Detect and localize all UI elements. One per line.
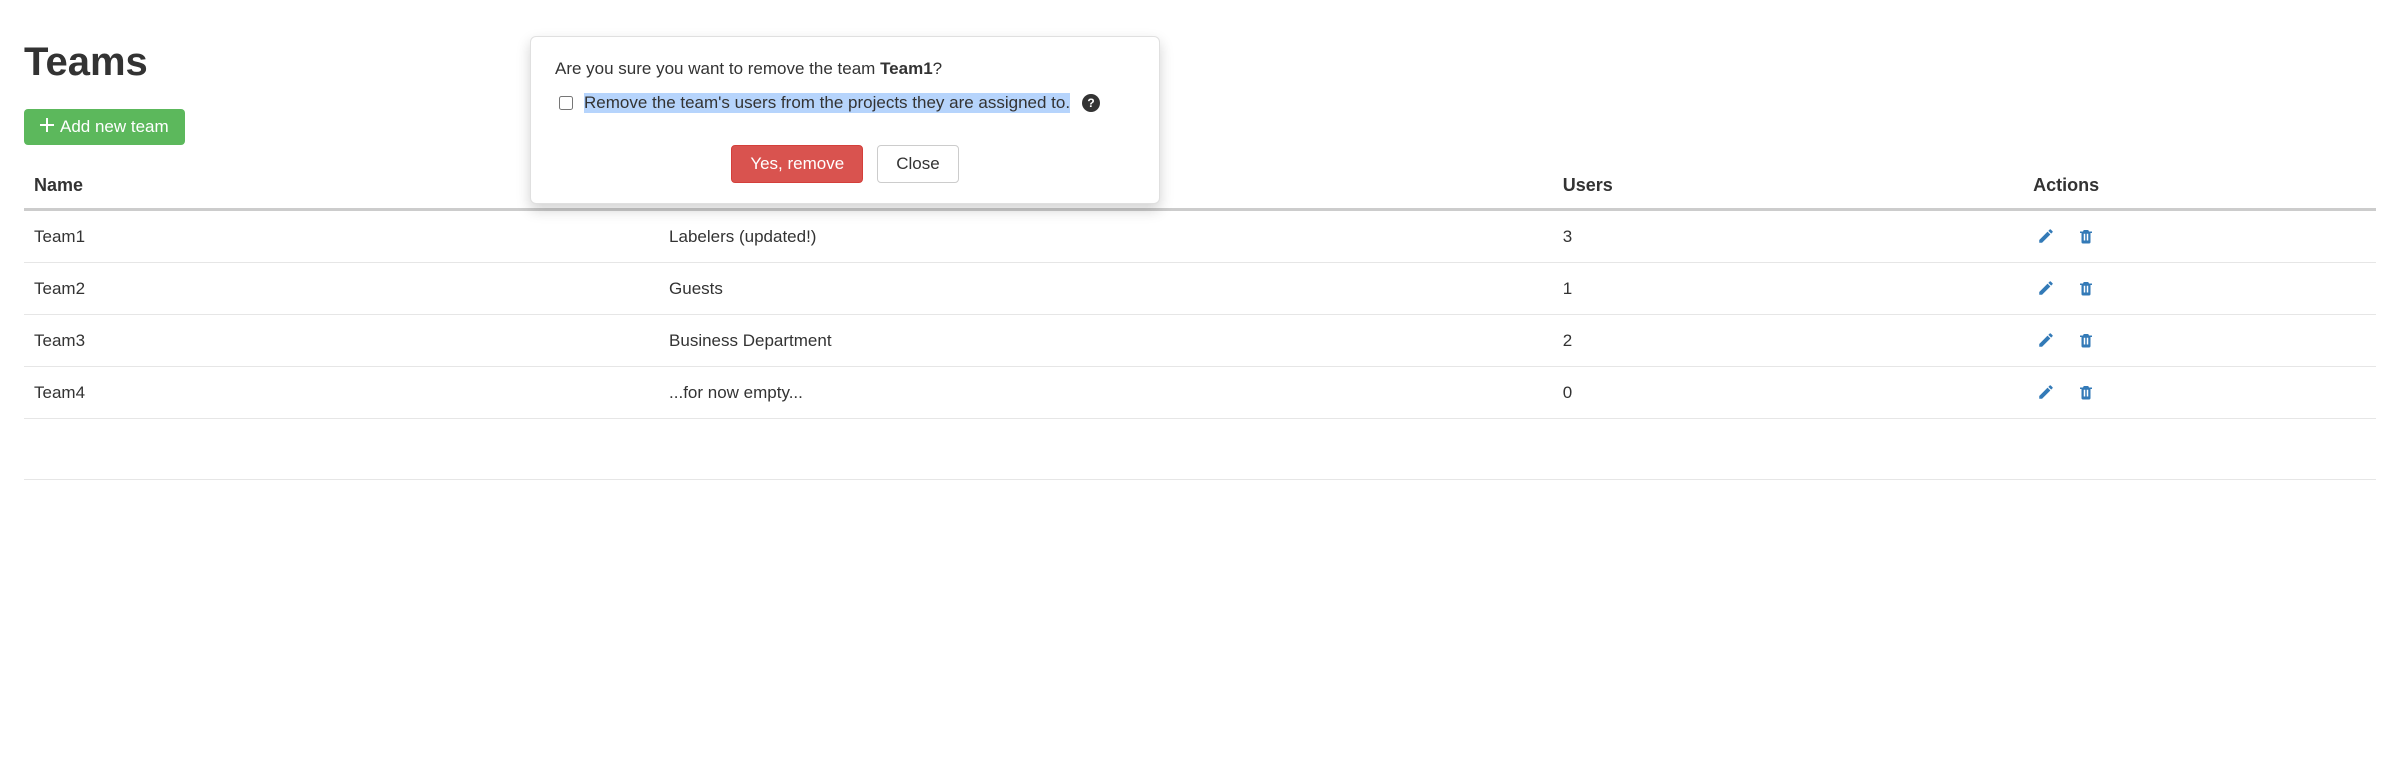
cell-description: Guests <box>659 263 1553 315</box>
cell-users: 3 <box>1553 210 2023 263</box>
yes-remove-button[interactable]: Yes, remove <box>731 145 863 183</box>
page-title: Teams <box>24 40 2376 85</box>
cell-users: 1 <box>1553 263 2023 315</box>
divider <box>24 479 2376 480</box>
confirm-prefix: Are you sure you want to remove the team <box>555 59 880 78</box>
trash-icon[interactable] <box>2073 327 2099 353</box>
teams-table: Name Description Users Actions Team1Labe… <box>24 165 2376 419</box>
edit-icon[interactable] <box>2033 379 2059 405</box>
col-header-users: Users <box>1553 165 2023 210</box>
cell-name: Team1 <box>24 210 659 263</box>
trash-icon[interactable] <box>2073 379 2099 405</box>
edit-icon[interactable] <box>2033 327 2059 353</box>
confirm-suffix: ? <box>933 59 942 78</box>
col-header-actions: Actions <box>2023 165 2376 210</box>
confirm-remove-popover: Are you sure you want to remove the team… <box>530 36 1160 204</box>
table-row: Team1Labelers (updated!)3 <box>24 210 2376 263</box>
cell-description: Business Department <box>659 315 1553 367</box>
add-new-team-button[interactable]: Add new team <box>24 109 185 145</box>
cell-name: Team2 <box>24 263 659 315</box>
cell-users: 0 <box>1553 367 2023 419</box>
cell-description: ...for now empty... <box>659 367 1553 419</box>
table-row: Team2Guests1 <box>24 263 2376 315</box>
cell-name: Team3 <box>24 315 659 367</box>
edit-icon[interactable] <box>2033 275 2059 301</box>
edit-icon[interactable] <box>2033 223 2059 249</box>
table-row: Team4...for now empty...0 <box>24 367 2376 419</box>
cell-users: 2 <box>1553 315 2023 367</box>
plus-icon <box>40 117 54 137</box>
trash-icon[interactable] <box>2073 223 2099 249</box>
confirm-team-name: Team1 <box>880 59 933 78</box>
cell-name: Team4 <box>24 367 659 419</box>
remove-users-checkbox[interactable] <box>559 96 573 110</box>
confirm-message: Are you sure you want to remove the team… <box>555 59 1135 79</box>
trash-icon[interactable] <box>2073 275 2099 301</box>
close-button[interactable]: Close <box>877 145 958 183</box>
add-button-label: Add new team <box>60 117 169 137</box>
cell-description: Labelers (updated!) <box>659 210 1553 263</box>
remove-users-checkbox-label: Remove the team's users from the project… <box>584 93 1070 113</box>
help-icon[interactable]: ? <box>1082 94 1100 112</box>
table-row: Team3Business Department2 <box>24 315 2376 367</box>
